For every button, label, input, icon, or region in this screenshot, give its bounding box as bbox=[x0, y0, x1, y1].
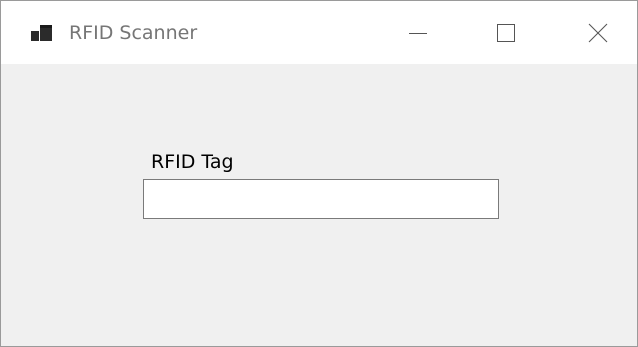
minimize-icon bbox=[409, 32, 427, 34]
close-icon bbox=[588, 23, 608, 42]
window-title: RFID Scanner bbox=[69, 22, 198, 44]
maximize-button[interactable] bbox=[483, 1, 529, 64]
close-button[interactable] bbox=[575, 1, 621, 64]
rfid-tag-input[interactable] bbox=[143, 179, 499, 219]
app-window-icon bbox=[31, 25, 52, 41]
title-bar[interactable]: RFID Scanner bbox=[1, 1, 637, 64]
minimize-button[interactable] bbox=[395, 1, 441, 64]
rfid-tag-label: RFID Tag bbox=[151, 151, 234, 173]
app-window: RFID Scanner RFID Tag bbox=[0, 0, 638, 347]
maximize-icon bbox=[497, 23, 515, 42]
client-area: RFID Tag bbox=[1, 64, 637, 346]
